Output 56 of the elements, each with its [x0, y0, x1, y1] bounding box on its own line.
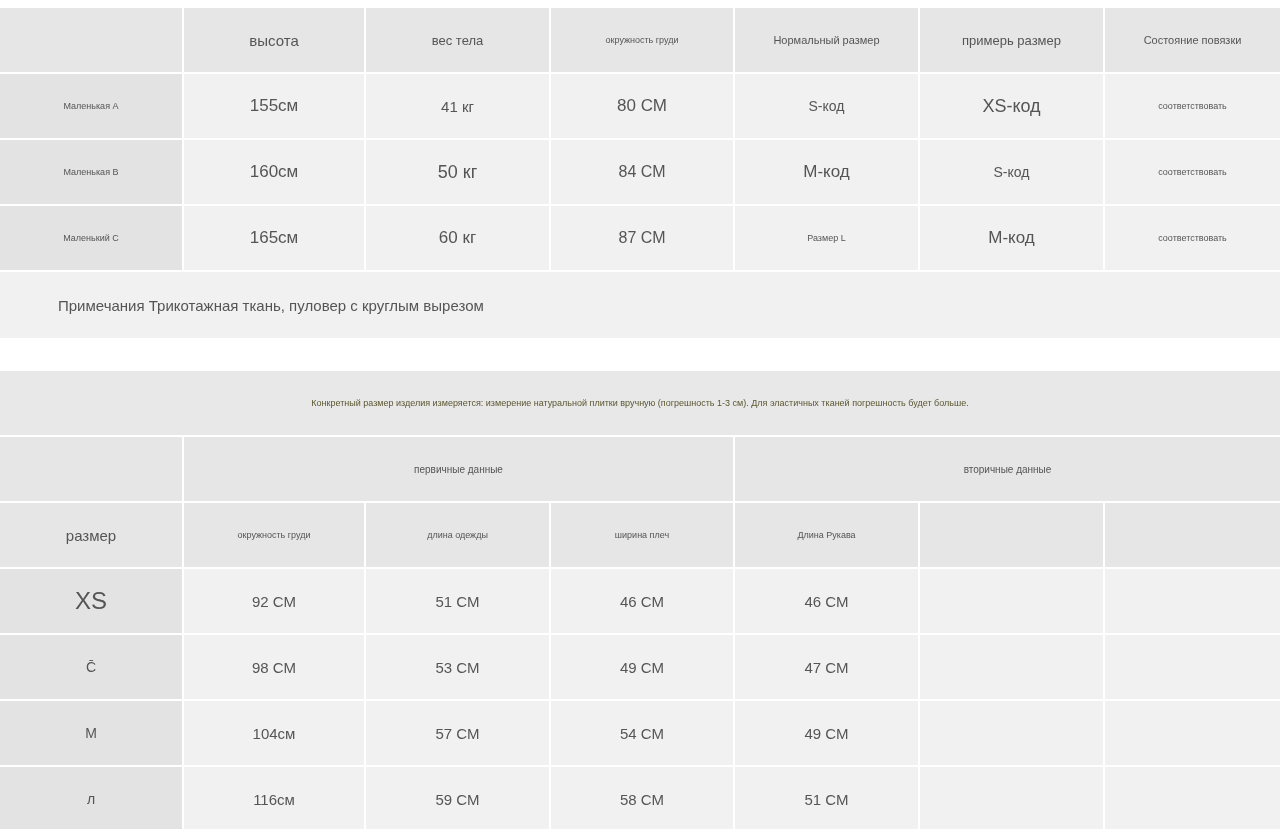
table-cell: S-код	[920, 140, 1103, 204]
table-cell: 46 СМ	[735, 569, 918, 633]
table-cell: Размер L	[735, 206, 918, 270]
table-cell: 104см	[184, 701, 364, 765]
size-label: XS	[0, 569, 182, 633]
table-cell: 51 СМ	[366, 569, 549, 633]
table-cell: 54 СМ	[551, 701, 733, 765]
table-cell: 50 кг	[366, 140, 549, 204]
table-cell: соответствовать	[1105, 74, 1280, 138]
column-header: длина одежды	[366, 503, 549, 567]
table-cell: XS-код	[920, 74, 1103, 138]
table-cell: 80 СМ	[551, 74, 733, 138]
table-cell: 87 СМ	[551, 206, 733, 270]
table-cell: 155см	[184, 74, 364, 138]
table-cell: 92 СМ	[184, 569, 364, 633]
table-cell: 49 СМ	[551, 635, 733, 699]
table-cell: 116см	[184, 767, 364, 829]
table-cell: 165см	[184, 206, 364, 270]
table-cell: 46 СМ	[551, 569, 733, 633]
table-cell: S-код	[735, 74, 918, 138]
row-label: Маленький C	[0, 206, 182, 270]
measurement-notice: Конкретный размер изделия измеряется: измерение натуральной плитки вручную (погрешность 1-3 см). Для эластичных тканей погрешность будет больше.	[0, 371, 1280, 435]
table-cell: соответствовать	[1105, 140, 1280, 204]
column-header: окружность груди	[184, 503, 364, 567]
column-header: Нормальный размер	[735, 8, 918, 72]
table-cell: M-код	[735, 140, 918, 204]
size-label: C̄	[0, 635, 182, 699]
group-header: первичные данные	[184, 437, 733, 501]
table-cell: 41 кг	[366, 74, 549, 138]
column-header: окружность груди	[551, 8, 733, 72]
group-header: вторичные данные	[735, 437, 1280, 501]
column-header: примерь размер	[920, 8, 1103, 72]
table-cell: 57 СМ	[366, 701, 549, 765]
table-cell: 49 СМ	[735, 701, 918, 765]
table-cell: M-код	[920, 206, 1103, 270]
table-cell: 51 СМ	[735, 767, 918, 829]
table-cell: 47 СМ	[735, 635, 918, 699]
column-header: размер	[0, 503, 182, 567]
row-label: Маленькая A	[0, 74, 182, 138]
table-cell: 84 СМ	[551, 140, 733, 204]
note-text: Примечания Трикотажная ткань, пуловер с круглым вырезом	[0, 272, 1280, 338]
size-label: л	[0, 767, 182, 829]
table-cell: 58 СМ	[551, 767, 733, 829]
size-label: М	[0, 701, 182, 765]
column-header: высота	[184, 8, 364, 72]
column-header: Длина Рукава	[735, 503, 918, 567]
row-label: Маленькая B	[0, 140, 182, 204]
column-header: вес тела	[366, 8, 549, 72]
table-cell: 98 СМ	[184, 635, 364, 699]
column-header: ширина плеч	[551, 503, 733, 567]
table-cell: 60 кг	[366, 206, 549, 270]
column-header: Состояние повязки	[1105, 8, 1280, 72]
table-cell: соответствовать	[1105, 206, 1280, 270]
table-cell: 59 СМ	[366, 767, 549, 829]
table-cell: 160см	[184, 140, 364, 204]
table-cell: 53 СМ	[366, 635, 549, 699]
